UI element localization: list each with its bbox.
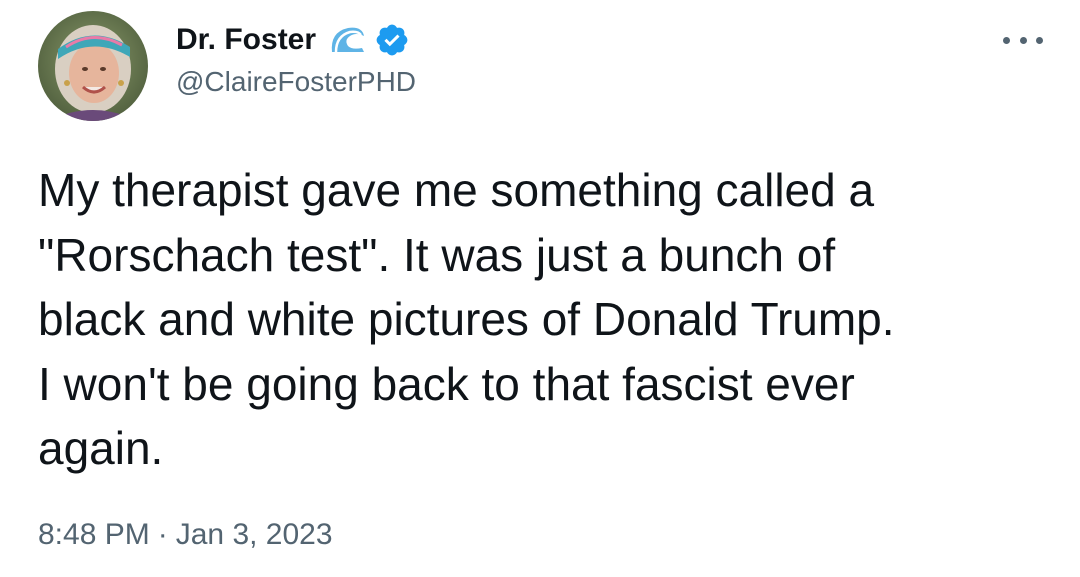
tweet-time: 8:48 PM <box>38 518 150 551</box>
author-handle[interactable]: @ClaireFosterPHD <box>176 66 416 98</box>
wave-emoji-icon <box>328 22 368 58</box>
dot <box>1036 36 1043 44</box>
tweet-text: My therapist gave me something called a … <box>38 164 895 474</box>
avatar[interactable] <box>38 11 148 121</box>
display-name[interactable]: Dr. Foster <box>176 23 316 57</box>
author-name-row: Dr. Foster <box>176 20 410 60</box>
tweet-card: Dr. Foster @ClaireFosterPHD My therapist… <box>0 0 1080 577</box>
verified-badge-icon[interactable] <box>374 22 410 58</box>
meta-separator: · <box>157 518 168 551</box>
dot <box>1003 36 1010 44</box>
more-options-icon[interactable] <box>1003 30 1043 50</box>
tweet-date: Jan 3, 2023 <box>175 518 333 551</box>
tweet-timestamp[interactable]: 8:48 PM · Jan 3, 2023 <box>38 518 333 552</box>
dot <box>1019 36 1027 44</box>
